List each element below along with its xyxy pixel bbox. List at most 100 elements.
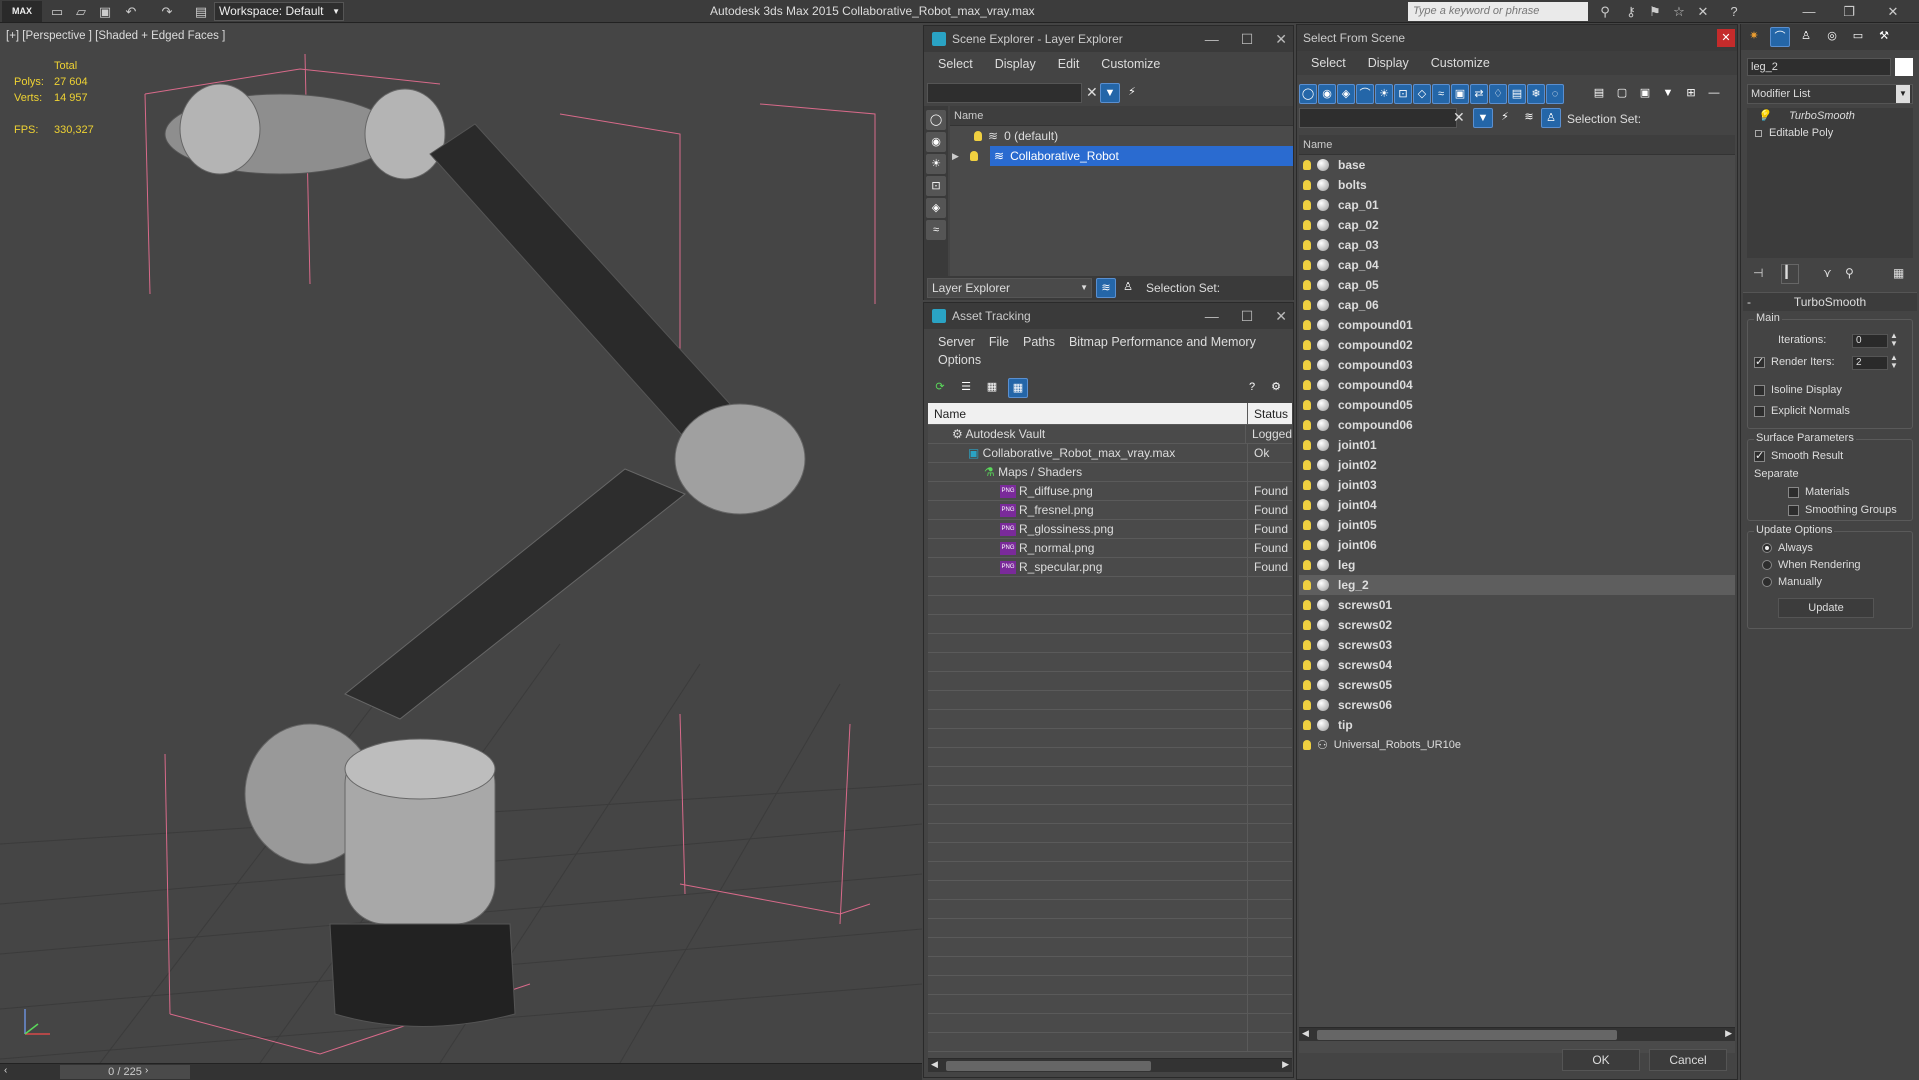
modifier-list-dropdown[interactable]: Modifier List ▼: [1747, 84, 1913, 104]
list-item[interactable]: screws06: [1299, 695, 1735, 715]
light-bulb-icon[interactable]: [1303, 180, 1311, 190]
list-item[interactable]: joint04: [1299, 495, 1735, 515]
light-bulb-icon[interactable]: [1303, 720, 1311, 730]
exchange-icon[interactable]: ✕: [1694, 3, 1712, 20]
update-always-option[interactable]: Always: [1762, 542, 1813, 554]
light-bulb-icon[interactable]: [1303, 620, 1311, 630]
smoothing-groups-checkbox[interactable]: [1788, 504, 1799, 516]
communication-icon[interactable]: ⚑: [1646, 3, 1664, 20]
display-bones-icon[interactable]: ♢: [1489, 84, 1507, 104]
clear-search-icon[interactable]: ✕: [1453, 109, 1465, 126]
list-item[interactable]: joint03: [1299, 475, 1735, 495]
close-icon[interactable]: ✕: [1717, 29, 1735, 47]
table-row[interactable]: PNG R_glossiness.png Found: [928, 520, 1292, 539]
materials-checkbox[interactable]: [1788, 486, 1799, 498]
menu-select[interactable]: Select: [1311, 56, 1346, 70]
menu-display[interactable]: Display: [1368, 56, 1409, 70]
explicit-normals-checkbox[interactable]: [1754, 405, 1765, 417]
list-item[interactable]: joint05: [1299, 515, 1735, 535]
update-button[interactable]: Update: [1778, 598, 1874, 618]
thumbnail-view-icon[interactable]: ▦: [982, 378, 1002, 398]
list-item[interactable]: cap_06: [1299, 295, 1735, 315]
menu-customize[interactable]: Customize: [1431, 56, 1490, 70]
minimize-icon[interactable]: —: [1800, 3, 1818, 20]
hierarchy-view-icon[interactable]: ⊞: [1681, 84, 1701, 104]
light-bulb-icon[interactable]: [1303, 520, 1311, 530]
update-when-rendering-option[interactable]: When Rendering: [1762, 559, 1861, 571]
expand-arrow-icon[interactable]: ▶: [952, 146, 959, 166]
close-icon[interactable]: ✕: [1275, 26, 1287, 52]
restore-icon[interactable]: ❐: [1840, 3, 1858, 20]
display-helpers-icon[interactable]: ◇: [1413, 84, 1431, 104]
light-bulb-icon[interactable]: [1303, 560, 1311, 570]
motion-tab-icon[interactable]: ◎: [1822, 27, 1842, 47]
display-xrefs-icon[interactable]: ⇄: [1470, 84, 1488, 104]
chevron-right-icon[interactable]: ▶: [1725, 1028, 1732, 1039]
hierarchy-mode-icon[interactable]: ♙: [1118, 278, 1138, 298]
light-bulb-icon[interactable]: [1303, 200, 1311, 210]
asset-tracking-title-bar[interactable]: Asset Tracking — ☐ ✕: [924, 303, 1293, 329]
list-item[interactable]: compound03: [1299, 355, 1735, 375]
light-bulb-icon[interactable]: [1303, 340, 1311, 350]
explicit-normals-toggle[interactable]: Explicit Normals: [1754, 405, 1850, 417]
rollout-header[interactable]: - TurboSmooth: [1743, 293, 1917, 311]
col-header-status[interactable]: Status: [1248, 403, 1292, 424]
object-list-hscrollbar[interactable]: ◀ ▶: [1299, 1027, 1735, 1041]
light-bulb-icon[interactable]: [1303, 300, 1311, 310]
refresh-icon[interactable]: ⟳: [930, 378, 950, 398]
render-iters-toggle[interactable]: Render Iters:: [1754, 355, 1835, 368]
invert-selection-icon[interactable]: ▣: [1635, 84, 1655, 104]
display-spacewarps-icon[interactable]: ≈: [1432, 84, 1450, 104]
list-item[interactable]: joint01: [1299, 435, 1735, 455]
light-bulb-icon[interactable]: [1303, 460, 1311, 470]
list-item[interactable]: screws05: [1299, 675, 1735, 695]
list-item[interactable]: leg: [1299, 555, 1735, 575]
display-shapes-icon[interactable]: ⌒: [1356, 84, 1374, 104]
light-bulb-icon[interactable]: [1303, 280, 1311, 290]
menu-edit[interactable]: Edit: [1058, 57, 1080, 71]
layer-item-selected[interactable]: ▶ ≋ Collaborative_Robot: [952, 146, 1293, 166]
project-icon[interactable]: ▤: [192, 3, 210, 20]
list-item[interactable]: cap_05: [1299, 275, 1735, 295]
chevron-left-icon[interactable]: ‹: [4, 1065, 7, 1076]
manually-radio[interactable]: [1762, 577, 1772, 588]
display-cameras-icon[interactable]: ⊡: [1394, 84, 1412, 104]
open-file-icon[interactable]: ▱: [72, 3, 90, 20]
minimize-icon[interactable]: —: [1205, 303, 1219, 329]
light-bulb-icon[interactable]: [1303, 700, 1311, 710]
light-bulb-icon[interactable]: [1303, 400, 1311, 410]
list-item[interactable]: screws03: [1299, 635, 1735, 655]
collapse-icon[interactable]: -: [1747, 293, 1751, 311]
table-row[interactable]: PNG R_diffuse.png Found: [928, 482, 1292, 501]
scrollbar-thumb[interactable]: [1317, 1030, 1617, 1040]
display-geometry-icon[interactable]: ◈: [1337, 84, 1355, 104]
chevron-left-icon[interactable]: ◀: [931, 1059, 938, 1070]
display-objects-icon[interactable]: ◯: [926, 110, 946, 130]
expand-box-icon[interactable]: [1755, 130, 1762, 137]
light-bulb-icon[interactable]: [1303, 260, 1311, 270]
menu-paths[interactable]: Paths: [1023, 335, 1055, 349]
display-helpers-icon[interactable]: ◈: [926, 198, 946, 218]
star-icon[interactable]: ☆: [1670, 3, 1688, 20]
list-item[interactable]: screws04: [1299, 655, 1735, 675]
settings-icon[interactable]: ⚙: [1266, 378, 1286, 398]
display-geometry-icon[interactable]: ◉: [926, 132, 946, 152]
minimize-icon[interactable]: —: [1205, 26, 1219, 52]
display-spacewarps-icon[interactable]: ≈: [926, 220, 946, 240]
redo-icon[interactable]: ↷: [158, 3, 176, 20]
light-bulb-icon[interactable]: [1303, 240, 1311, 250]
stack-item-turbosmooth[interactable]: 💡 TurboSmooth: [1747, 108, 1913, 125]
light-bulb-icon[interactable]: [1303, 420, 1311, 430]
show-end-result-icon[interactable]: ▎: [1781, 264, 1799, 284]
help-icon[interactable]: ?: [1242, 378, 1262, 398]
help-icon[interactable]: ?: [1725, 3, 1743, 20]
menu-select[interactable]: Select: [938, 57, 973, 71]
list-item[interactable]: compound02: [1299, 335, 1735, 355]
close-icon[interactable]: ✕: [1275, 303, 1287, 329]
list-view-icon[interactable]: ☰: [956, 378, 976, 398]
light-bulb-icon[interactable]: [974, 131, 982, 141]
filter-icon[interactable]: ▼: [1100, 83, 1120, 103]
light-bulb-icon[interactable]: [1303, 220, 1311, 230]
select-none-icon[interactable]: ▢: [1612, 84, 1632, 104]
utilities-tab-icon[interactable]: ⚒: [1874, 27, 1894, 47]
